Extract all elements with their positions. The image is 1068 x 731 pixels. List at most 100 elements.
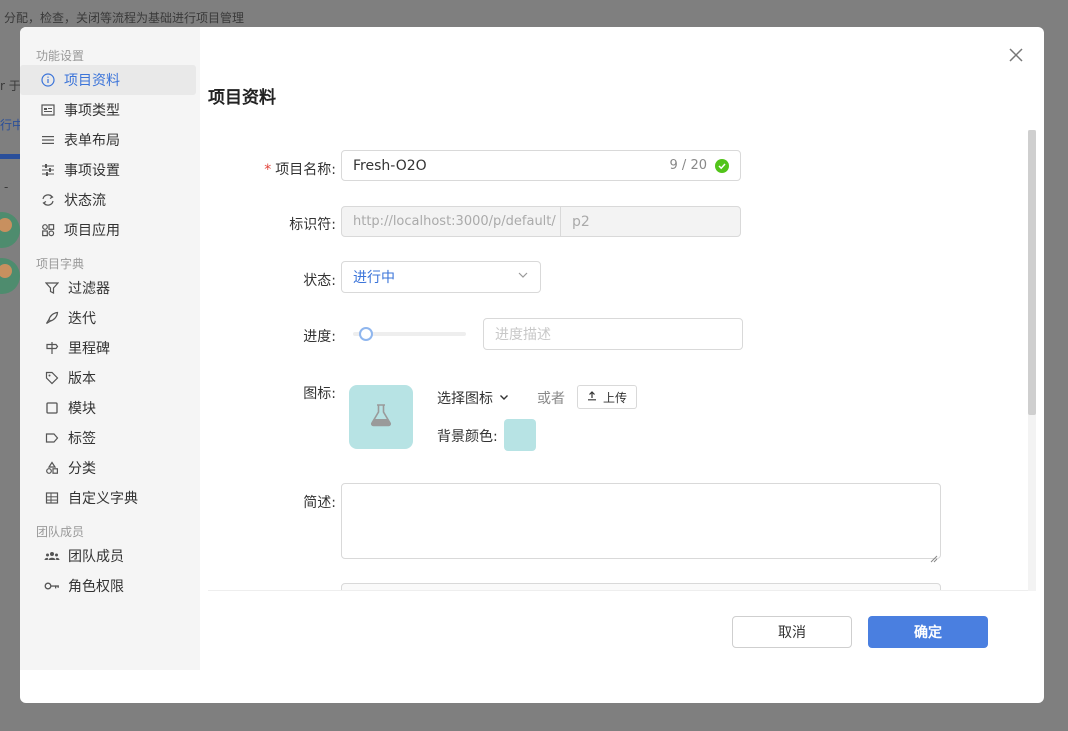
- sidebar-item-team-members[interactable]: 团队成员: [20, 541, 200, 571]
- layout-icon: [40, 132, 56, 148]
- apps-icon: [40, 222, 56, 238]
- name-label: * 项目名称:: [216, 159, 336, 179]
- sidebar-group-title: 团队成员: [36, 525, 85, 539]
- upload-label: 上传: [602, 390, 627, 405]
- cancel-button[interactable]: 取消: [732, 616, 852, 648]
- sidebar-item-custom-dictionary[interactable]: 自定义字典: [20, 483, 200, 513]
- sidebar-item-issue-types[interactable]: 事项类型: [20, 95, 200, 125]
- sidebar-item-label: 角色权限: [68, 579, 124, 595]
- sidebar-item-milestones[interactable]: 里程碑: [20, 333, 200, 363]
- info-icon: [40, 72, 56, 88]
- background-header-text: 分配，检查，关闭等流程为基础进行项目管理: [4, 11, 245, 25]
- sidebar-item-issue-settings[interactable]: 事项设置: [20, 155, 200, 185]
- sidebar-item-label: 表单布局: [64, 133, 120, 149]
- project-name-value: Fresh-O2O: [353, 157, 427, 174]
- sidebar-item-labels[interactable]: 标签: [20, 423, 200, 453]
- type-icon: [40, 102, 56, 118]
- resize-grip-icon[interactable]: [930, 548, 938, 563]
- confirm-button[interactable]: 确定: [868, 616, 988, 648]
- sidebar-item-label: 过滤器: [68, 281, 110, 297]
- status-select[interactable]: 进行中: [341, 261, 541, 293]
- sidebar-item-sprints[interactable]: 迭代: [20, 303, 200, 333]
- team-icon: [44, 548, 60, 564]
- background-bar: [0, 154, 20, 159]
- upload-button[interactable]: 上传: [577, 385, 637, 409]
- sidebar-item-label: 团队成员: [68, 549, 124, 565]
- settings-modal: 功能设置 项目资料 事项类型 表单布局 事项设置 状态流 项目应用 项目字典 过…: [20, 27, 1044, 703]
- check-circle-icon: [715, 158, 729, 173]
- sidebar-item-label: 里程碑: [68, 341, 110, 357]
- progress-placeholder: 进度描述: [495, 327, 551, 343]
- choose-icon-label: 选择图标: [437, 391, 493, 407]
- description-textarea[interactable]: [341, 483, 941, 563]
- milestone-icon: [44, 340, 60, 356]
- sidebar-item-project-info[interactable]: 项目资料: [20, 65, 196, 95]
- sidebar-item-project-apps[interactable]: 项目应用: [20, 215, 200, 245]
- progress-description-input[interactable]: 进度描述: [483, 318, 743, 350]
- sidebar-item-label: 项目应用: [64, 223, 120, 239]
- key-icon: [44, 578, 60, 594]
- status-label: 状态:: [303, 273, 336, 289]
- label-icon: [44, 430, 60, 446]
- choose-icon-button[interactable]: 选择图标: [437, 388, 509, 408]
- sidebar-item-label: 分类: [68, 461, 96, 477]
- identifier-value: p2: [572, 213, 590, 230]
- icon-label: 图标:: [303, 386, 336, 402]
- status-value: 进行中: [353, 270, 395, 286]
- sidebar-group-title: 功能设置: [36, 49, 85, 63]
- bg-color-swatch[interactable]: [504, 419, 536, 451]
- rocket-icon: [44, 310, 60, 326]
- settings-icon: [40, 162, 56, 178]
- content-scrollbar[interactable]: [1028, 130, 1036, 591]
- sidebar-item-workflow[interactable]: 状态流: [20, 185, 200, 215]
- tag-icon: [44, 370, 60, 386]
- sidebar-item-label: 模块: [68, 401, 96, 417]
- identifier-prefix-text: http://localhost:3000/p/default/: [353, 214, 556, 229]
- page-title: 项目资料: [208, 88, 276, 108]
- category-icon: [44, 460, 60, 476]
- char-counter: 9 / 20: [669, 158, 707, 173]
- filter-icon: [44, 280, 60, 296]
- sidebar-item-label: 自定义字典: [68, 491, 138, 507]
- sidebar-item-label: 状态流: [64, 193, 106, 209]
- required-mark: *: [264, 162, 272, 178]
- scrollbar-thumb[interactable]: [1028, 130, 1036, 415]
- description-label: 简述:: [303, 495, 336, 511]
- module-icon: [44, 400, 60, 416]
- upload-icon: [587, 390, 597, 404]
- flask-icon: [367, 401, 395, 433]
- sidebar-item-label: 迭代: [68, 311, 96, 327]
- project-name-input[interactable]: Fresh-O2O 9 / 20: [341, 150, 741, 181]
- sidebar-item-versions[interactable]: 版本: [20, 363, 200, 393]
- settings-sidebar: 功能设置 项目资料 事项类型 表单布局 事项设置 状态流 项目应用 项目字典 过…: [20, 27, 200, 670]
- background-fragment: -: [4, 180, 9, 194]
- sidebar-item-filters[interactable]: 过滤器: [20, 273, 200, 303]
- sidebar-item-form-layout[interactable]: 表单布局: [20, 125, 200, 155]
- close-icon[interactable]: [1006, 45, 1026, 65]
- sidebar-item-role-permissions[interactable]: 角色权限: [20, 571, 200, 601]
- sidebar-item-label: 项目资料: [64, 73, 120, 89]
- chevron-down-icon: [517, 269, 529, 285]
- progress-label: 进度:: [303, 329, 336, 345]
- flow-icon: [40, 192, 56, 208]
- sidebar-item-label: 事项类型: [64, 103, 120, 119]
- sidebar-item-categories[interactable]: 分类: [20, 453, 200, 483]
- next-field[interactable]: [341, 583, 941, 590]
- bg-color-label: 背景颜色:: [437, 429, 498, 445]
- form-content: * 项目名称: Fresh-O2O 9 / 20 标识符: http://loca…: [208, 130, 1036, 591]
- sidebar-item-label: 版本: [68, 371, 96, 387]
- or-text: 或者: [537, 391, 565, 407]
- sidebar-item-modules[interactable]: 模块: [20, 393, 200, 423]
- identifier-prefix: http://localhost:3000/p/default/: [341, 206, 561, 237]
- identifier-input: p2: [560, 206, 741, 237]
- project-icon-preview: [349, 385, 413, 449]
- table-icon: [44, 490, 60, 506]
- name-label-text: 项目名称:: [275, 162, 336, 178]
- chevron-down-icon: [499, 390, 509, 406]
- sidebar-item-label: 标签: [68, 431, 96, 447]
- background-fragment: r 于: [0, 79, 21, 93]
- progress-slider-handle[interactable]: [359, 327, 373, 341]
- sidebar-group-title: 项目字典: [36, 257, 85, 271]
- identifier-label: 标识符:: [289, 217, 336, 233]
- sidebar-item-label: 事项设置: [64, 163, 120, 179]
